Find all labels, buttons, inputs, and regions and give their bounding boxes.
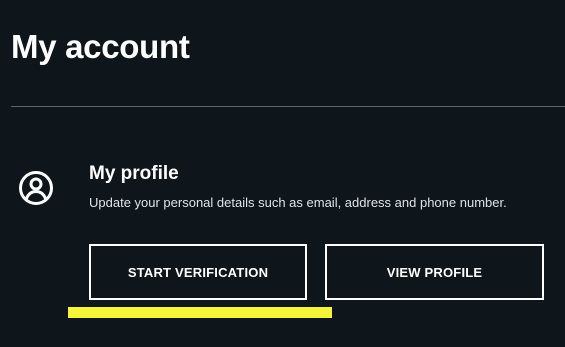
divider <box>11 106 565 107</box>
highlight-bar <box>68 307 332 318</box>
page-title: My account <box>11 28 190 65</box>
section-title: My profile <box>89 163 179 184</box>
user-circle-icon <box>18 170 54 206</box>
start-verification-button[interactable]: START VERIFICATION <box>89 244 307 300</box>
view-profile-button[interactable]: VIEW PROFILE <box>325 244 544 300</box>
section-description: Update your personal details such as ema… <box>89 195 507 210</box>
